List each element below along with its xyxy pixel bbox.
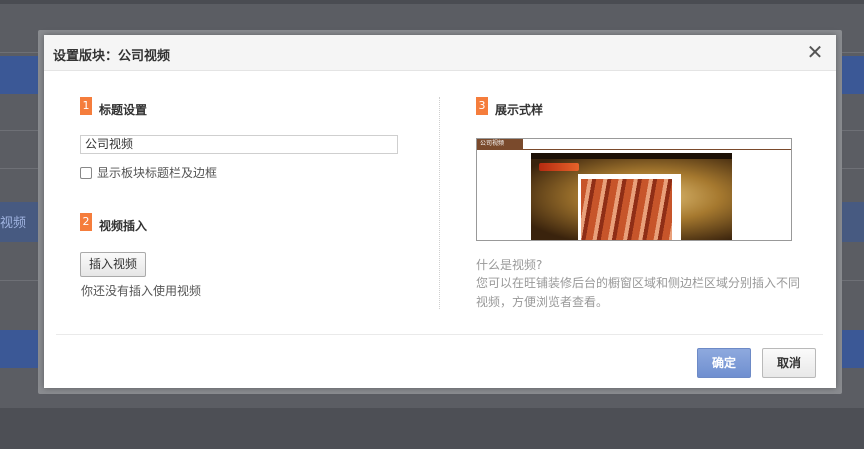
section-number-badge: 3 <box>476 97 488 115</box>
confirm-button[interactable]: 确定 <box>697 348 751 378</box>
background-side-text: 视频 <box>0 216 27 231</box>
section-title-video-insert: 视频插入 <box>99 219 148 233</box>
section-number-badge: 1 <box>80 97 92 115</box>
section-title-title-setting: 标题设置 <box>99 103 148 117</box>
description-question: 什么是视频? <box>476 258 543 272</box>
settings-dialog: 设置版块：公司视频 ✕ 1 标题设置 显示板块标题栏及边框 2 视频插入 插入视… <box>44 35 836 388</box>
cancel-button[interactable]: 取消 <box>762 348 816 378</box>
background-bottom <box>0 408 864 449</box>
block-title-input[interactable] <box>80 135 398 154</box>
preview-scene-header <box>531 153 732 159</box>
show-border-option[interactable]: 显示板块标题栏及边框 <box>80 164 217 181</box>
section-number-badge: 2 <box>80 213 92 231</box>
show-border-label: 显示板块标题栏及边框 <box>97 166 218 180</box>
description-body: 您可以在旺铺装修后台的橱窗区域和侧边栏区域分别插入不同视频，方便浏览者查看。 <box>476 276 801 309</box>
show-border-checkbox[interactable] <box>80 166 92 179</box>
preview-title-bar <box>477 149 791 150</box>
dialog-header: 设置版块：公司视频 ✕ <box>44 35 836 71</box>
dialog-title: 设置版块：公司视频 <box>53 49 171 64</box>
column-divider <box>439 97 440 309</box>
no-video-message: 你还没有插入使用视频 <box>81 284 202 298</box>
section-title-display-style: 展示式样 <box>495 103 544 117</box>
footer-divider <box>56 334 823 335</box>
close-icon[interactable]: ✕ <box>804 41 826 63</box>
insert-video-button[interactable]: 插入视频 <box>80 252 146 277</box>
background-header-bar <box>0 0 864 4</box>
preview-photo <box>581 179 672 240</box>
display-style-preview-image: 公司视频 <box>476 138 792 241</box>
preview-logo <box>539 163 579 171</box>
preview-tab-label: 公司视频 <box>477 139 523 149</box>
